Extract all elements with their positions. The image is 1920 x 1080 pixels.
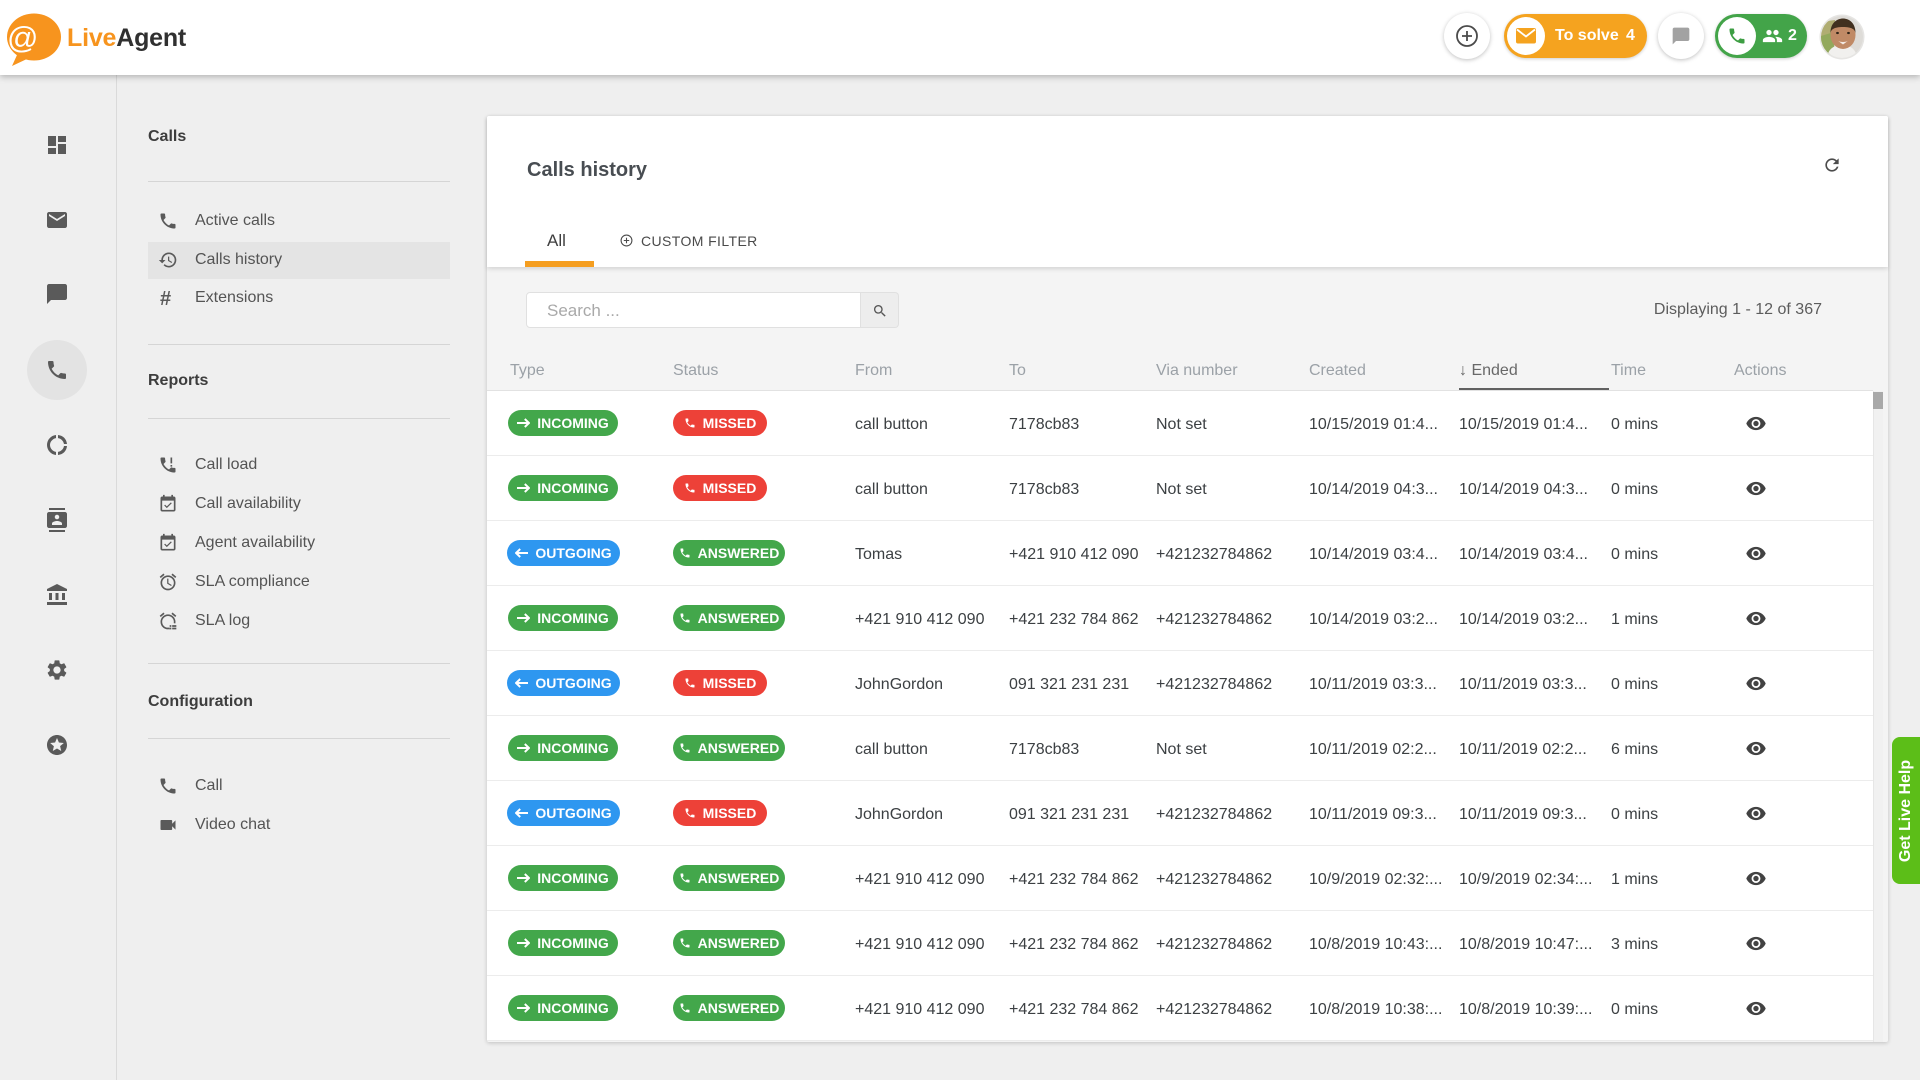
- svg-text:@: @: [7, 20, 38, 55]
